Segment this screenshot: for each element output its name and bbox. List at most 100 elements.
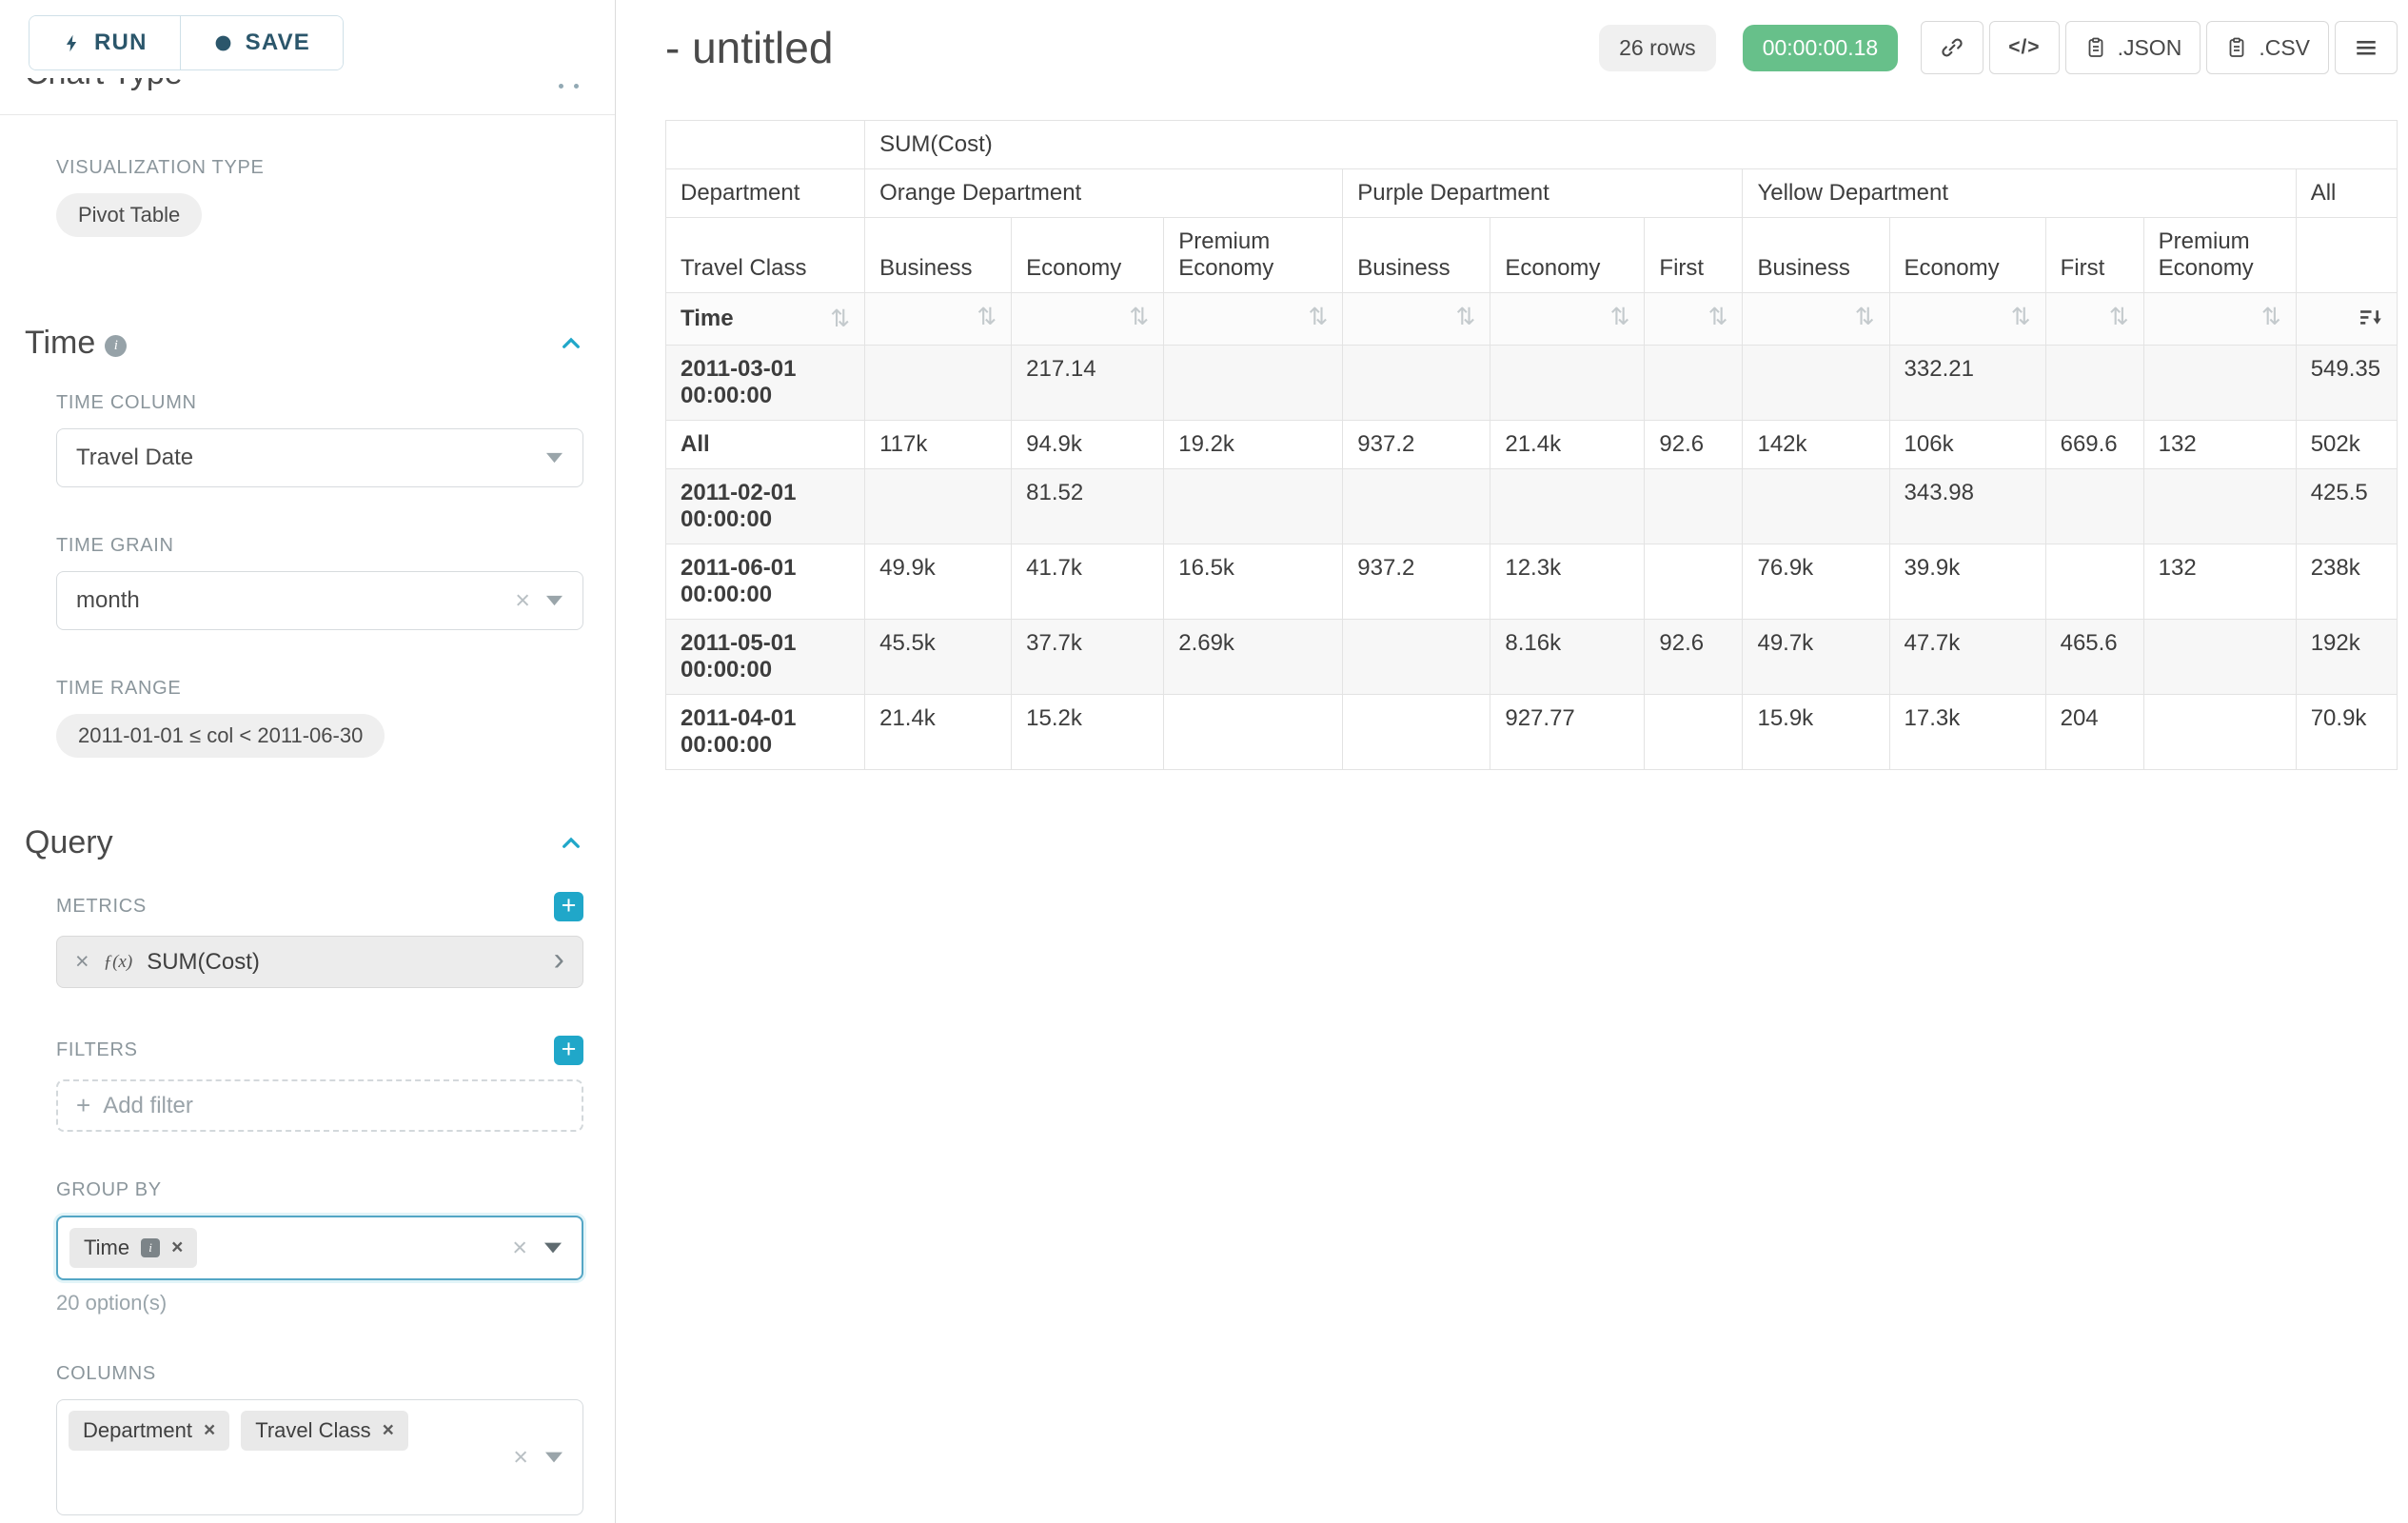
add-filter-button[interactable]: + Add filter xyxy=(56,1079,583,1132)
chevron-up-icon[interactable] xyxy=(559,831,583,856)
pivot-group-header: Purple Department xyxy=(1343,169,1743,218)
pivot-cell xyxy=(1164,695,1343,770)
group-by-control: GROUP BY Time i × × 20 option(s) xyxy=(56,1179,583,1315)
view-query-button[interactable]: </> xyxy=(1989,21,2059,74)
sort-icon[interactable]: ⇅ xyxy=(977,306,997,329)
control-panel: RUN SAVE Chart Type VISUALIZATION TYPE P… xyxy=(0,0,616,1523)
pivot-cell xyxy=(1164,346,1343,421)
sort-icon[interactable]: ⇅ xyxy=(830,307,850,331)
pivot-cell: 332.21 xyxy=(1889,346,2045,421)
time-range-value[interactable]: 2011-01-01 ≤ col < 2011-06-30 xyxy=(56,714,385,758)
pivot-column-dimension: Travel Class xyxy=(666,218,865,293)
sort-icon[interactable]: ⇅ xyxy=(1609,306,1629,329)
time-grain-select[interactable]: month × xyxy=(56,571,583,630)
columns-tag-label: Department xyxy=(83,1418,192,1443)
pivot-cell: 192k xyxy=(2296,620,2397,695)
pivot-row-label: 2011-06-01 00:00:00 xyxy=(666,544,865,620)
pivot-group-header: All xyxy=(2296,169,2397,218)
run-button-label: RUN xyxy=(94,30,148,56)
pivot-column-header: Business xyxy=(1743,218,1889,293)
sort-icon[interactable]: ⇅ xyxy=(1455,306,1475,329)
caret-down-icon[interactable] xyxy=(544,1242,562,1254)
pivot-group-header: Yellow Department xyxy=(1743,169,2296,218)
add-metric-button[interactable]: + xyxy=(554,892,583,921)
time-grain-value: month xyxy=(76,587,140,614)
remove-metric-icon[interactable]: × xyxy=(75,948,89,976)
plus-icon: + xyxy=(76,1091,90,1120)
pivot-cell xyxy=(1645,346,1743,421)
info-icon: i xyxy=(105,335,127,357)
add-filter-plus-button[interactable]: + xyxy=(554,1036,583,1065)
pivot-column-header: First xyxy=(1645,218,1743,293)
pivot-sort-cell: ⇅ xyxy=(1012,293,1164,346)
pivot-cell: 937.2 xyxy=(1343,544,1490,620)
pivot-cell: 343.98 xyxy=(1889,469,2045,544)
pivot-cell xyxy=(1343,695,1490,770)
group-by-options-hint: 20 option(s) xyxy=(56,1291,583,1315)
chevron-right-icon[interactable]: › xyxy=(554,943,564,981)
time-column-select[interactable]: Travel Date xyxy=(56,428,583,487)
pivot-cell xyxy=(2143,469,2296,544)
pivot-cell xyxy=(1490,469,1645,544)
pivot-data-row: 2011-05-01 00:00:0045.5k37.7k2.69k8.16k9… xyxy=(666,620,2398,695)
pivot-cell: 132 xyxy=(2143,421,2296,469)
pivot-cell xyxy=(2045,469,2143,544)
pivot-cell: 465.6 xyxy=(2045,620,2143,695)
run-button[interactable]: RUN xyxy=(30,16,180,69)
query-section-header[interactable]: Query xyxy=(25,824,583,861)
pivot-metric-row: SUM(Cost) xyxy=(666,121,2398,169)
group-by-select[interactable]: Time i × × xyxy=(56,1216,583,1280)
sort-icon[interactable]: ⇅ xyxy=(1308,306,1328,329)
export-csv-button[interactable]: .CSV xyxy=(2206,21,2329,74)
clear-icon[interactable]: × xyxy=(512,1234,527,1263)
pivot-group-header: Orange Department xyxy=(865,169,1343,218)
pivot-cell xyxy=(1164,469,1343,544)
remove-tag-icon[interactable]: × xyxy=(383,1419,394,1442)
chevron-up-icon[interactable] xyxy=(559,331,583,356)
clear-icon[interactable]: × xyxy=(515,586,530,616)
metrics-label: METRICS xyxy=(56,896,147,918)
remove-tag-icon[interactable]: × xyxy=(171,1236,183,1259)
sort-icon[interactable]: ⇅ xyxy=(1129,306,1149,329)
group-by-tag[interactable]: Time i × xyxy=(69,1228,197,1268)
pivot-column-header: First xyxy=(2045,218,2143,293)
columns-select[interactable]: Department × Travel Class × × xyxy=(56,1399,583,1515)
query-section-title: Query xyxy=(25,824,113,861)
columns-tag[interactable]: Department × xyxy=(69,1411,229,1451)
code-icon: </> xyxy=(2008,36,2040,59)
metric-item[interactable]: × ƒ(x) SUM(Cost) › xyxy=(56,936,583,988)
pivot-column-dimension: Department xyxy=(666,169,865,218)
sort-icon[interactable]: ⇅ xyxy=(2011,306,2031,329)
columns-tag[interactable]: Travel Class × xyxy=(241,1411,408,1451)
time-grain-control: TIME GRAIN month × xyxy=(56,535,583,630)
pivot-cell: 76.9k xyxy=(1743,544,1889,620)
pivot-column-header: Premium Economy xyxy=(2143,218,2296,293)
pivot-cell: 49.9k xyxy=(865,544,1012,620)
pivot-metric-header: SUM(Cost) xyxy=(865,121,2398,169)
pivot-row-dimension: Time⇅ xyxy=(666,293,865,346)
time-section-header[interactable]: Time i xyxy=(25,325,583,362)
chart-title: - untitled xyxy=(665,22,833,73)
clear-icon[interactable]: × xyxy=(513,1443,528,1473)
plus-circle-icon xyxy=(213,33,233,53)
caret-down-icon[interactable] xyxy=(545,1452,563,1463)
pivot-sort-cell: ⇅ xyxy=(2045,293,2143,346)
menu-button[interactable] xyxy=(2335,21,2398,74)
group-by-label: GROUP BY xyxy=(56,1179,583,1201)
save-button[interactable]: SAVE xyxy=(180,16,343,69)
visualization-type-value[interactable]: Pivot Table xyxy=(56,193,202,237)
metric-name: SUM(Cost) xyxy=(147,949,260,976)
sort-desc-icon[interactable] xyxy=(2359,306,2382,329)
sort-icon[interactable]: ⇅ xyxy=(2261,306,2281,329)
sort-icon[interactable]: ⇅ xyxy=(1708,306,1728,329)
pivot-column-header: Business xyxy=(865,218,1012,293)
remove-tag-icon[interactable]: × xyxy=(204,1419,215,1442)
pivot-cell: 106k xyxy=(1889,421,2045,469)
share-link-button[interactable] xyxy=(1921,21,1984,74)
sort-icon[interactable]: ⇅ xyxy=(1855,306,1875,329)
pivot-column-row: Travel ClassBusinessEconomyPremium Econo… xyxy=(666,218,2398,293)
export-json-button[interactable]: .JSON xyxy=(2065,21,2201,74)
sort-icon[interactable]: ⇅ xyxy=(2109,306,2129,329)
clipboard-icon xyxy=(2225,36,2248,59)
pivot-sort-cell: ⇅ xyxy=(1164,293,1343,346)
